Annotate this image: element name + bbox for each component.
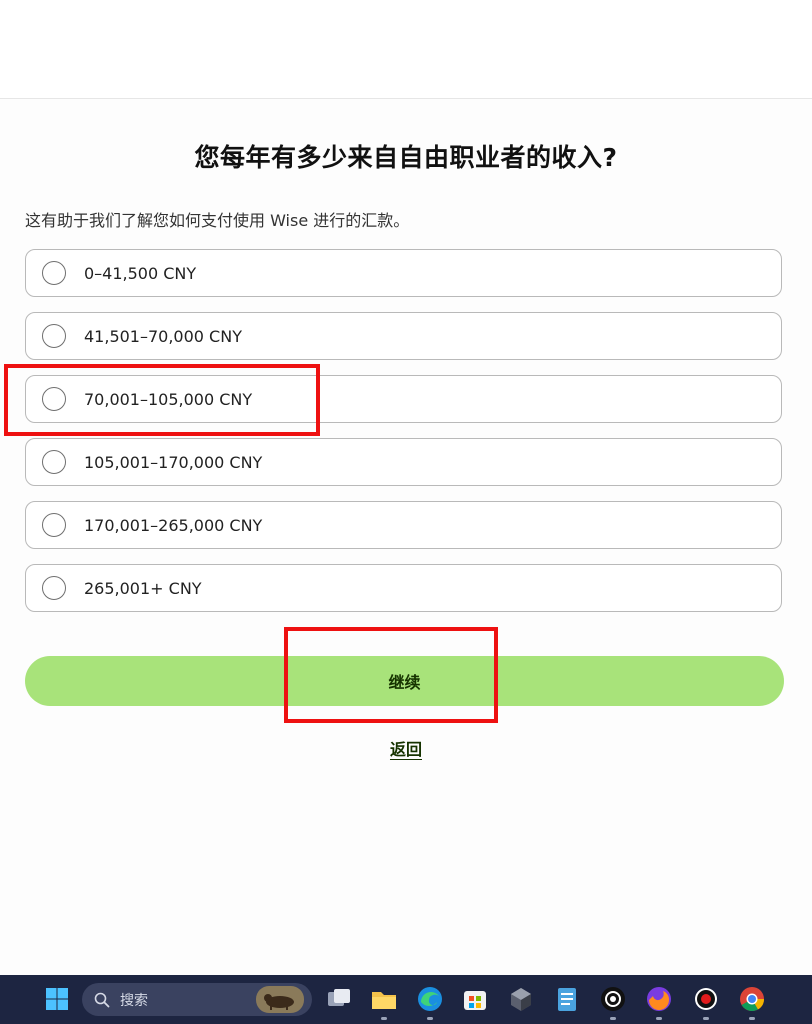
continue-button[interactable]: 继续 bbox=[25, 656, 784, 706]
task-view-icon[interactable] bbox=[324, 984, 354, 1014]
question-title: 您每年有多少来自自由职业者的收入? bbox=[194, 143, 618, 172]
radio-button[interactable] bbox=[42, 576, 66, 600]
option-label: 0–41,500 CNY bbox=[84, 263, 197, 283]
income-option-2[interactable]: 41,501–70,000 CNY bbox=[25, 312, 782, 360]
search-placeholder: 搜索 bbox=[120, 992, 148, 1009]
camera-app-icon[interactable] bbox=[598, 984, 628, 1014]
page: 您每年有多少来自自由职业者的收入? 这有助于我们了解您如何支付使用 Wise 进… bbox=[0, 0, 812, 975]
taskbar-search-box[interactable]: 搜索 bbox=[82, 983, 312, 1016]
income-option-1[interactable]: 0–41,500 CNY bbox=[25, 249, 782, 297]
taskbar: 搜索 bbox=[0, 975, 812, 1024]
running-indicator bbox=[749, 1017, 755, 1020]
windows-start-icon[interactable] bbox=[42, 984, 72, 1014]
running-indicator bbox=[610, 1017, 616, 1020]
edge-icon[interactable] bbox=[415, 984, 445, 1014]
option-label: 265,001+ CNY bbox=[84, 578, 202, 598]
income-option-3[interactable]: 70,001–105,000 CNY bbox=[25, 375, 782, 423]
back-link-row: 返回 bbox=[0, 736, 812, 760]
radio-button[interactable] bbox=[42, 387, 66, 411]
income-option-6[interactable]: 265,001+ CNY bbox=[25, 564, 782, 612]
app-cube-icon[interactable] bbox=[506, 984, 536, 1014]
microsoft-store-icon[interactable] bbox=[460, 984, 490, 1014]
option-label: 170,001–265,000 CNY bbox=[84, 515, 263, 535]
radio-button[interactable] bbox=[42, 513, 66, 537]
search-highlight-icon bbox=[256, 986, 304, 1013]
radio-button[interactable] bbox=[42, 450, 66, 474]
notepad-icon[interactable] bbox=[552, 984, 582, 1014]
income-option-5[interactable]: 170,001–265,000 CNY bbox=[25, 501, 782, 549]
firefox-icon[interactable] bbox=[644, 984, 674, 1014]
option-label: 105,001–170,000 CNY bbox=[84, 452, 263, 472]
option-label: 70,001–105,000 CNY bbox=[84, 389, 253, 409]
income-option-4[interactable]: 105,001–170,000 CNY bbox=[25, 438, 782, 486]
radio-button[interactable] bbox=[42, 261, 66, 285]
question-subtitle: 这有助于我们了解您如何支付使用 Wise 进行的汇款。 bbox=[25, 211, 410, 230]
running-indicator bbox=[381, 1017, 387, 1020]
radio-button[interactable] bbox=[42, 324, 66, 348]
top-bar bbox=[0, 0, 812, 99]
back-link[interactable]: 返回 bbox=[390, 740, 422, 759]
running-indicator bbox=[427, 1017, 433, 1020]
running-indicator bbox=[703, 1017, 709, 1020]
chrome-icon[interactable] bbox=[737, 984, 767, 1014]
file-explorer-icon[interactable] bbox=[369, 984, 399, 1014]
running-indicator bbox=[656, 1017, 662, 1020]
search-icon bbox=[94, 992, 110, 1008]
record-icon[interactable] bbox=[691, 984, 721, 1014]
option-label: 41,501–70,000 CNY bbox=[84, 326, 242, 346]
